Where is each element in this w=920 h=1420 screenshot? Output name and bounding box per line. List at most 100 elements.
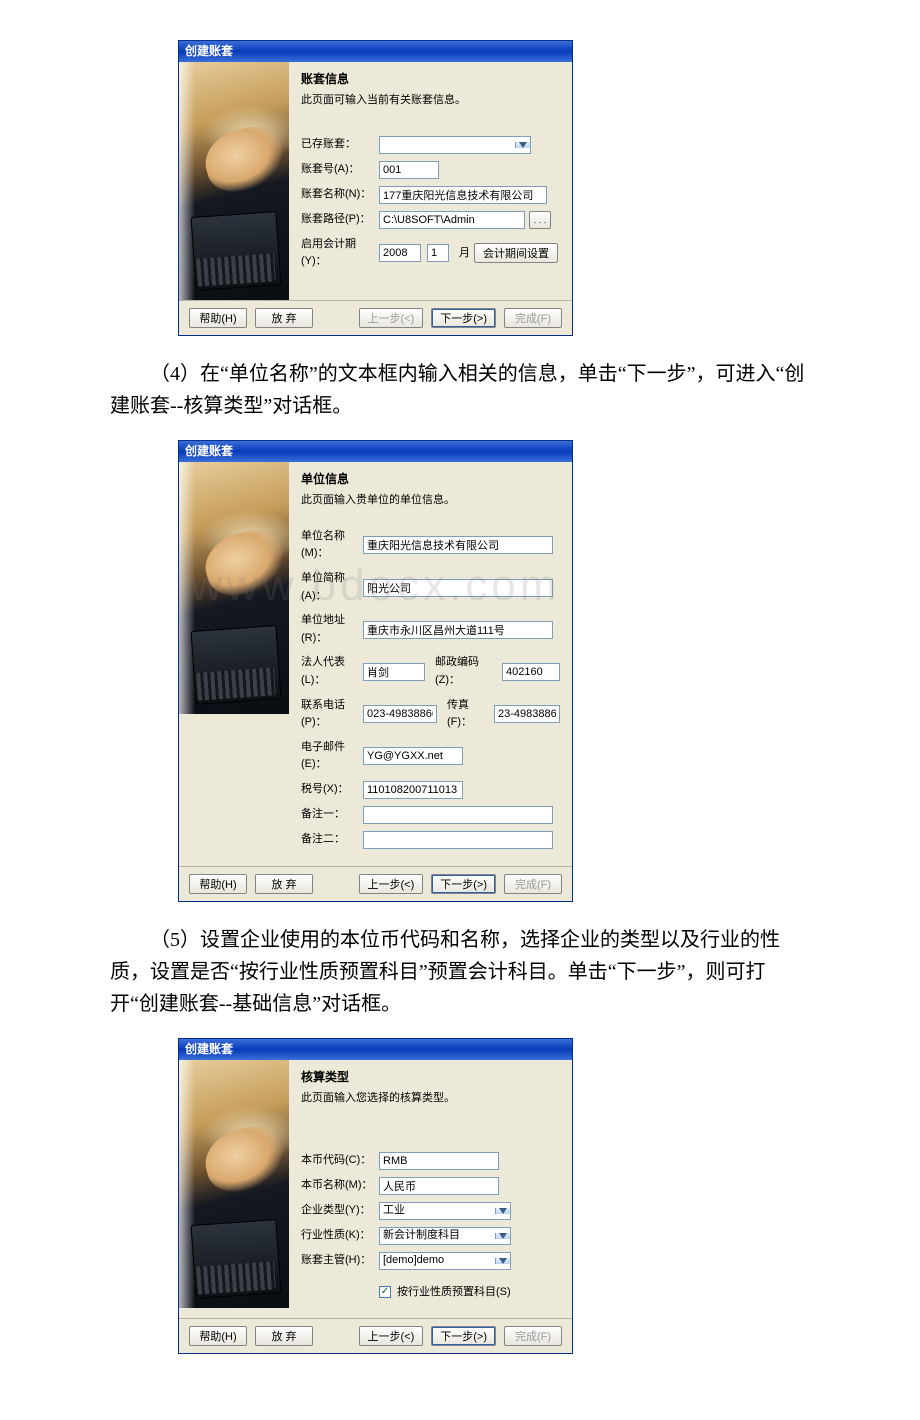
wizard-side-image — [179, 462, 289, 714]
prev-button[interactable]: 上一步(<) — [359, 308, 424, 328]
paragraph-step4: （4）在“单位名称”的文本框内输入相关的信息，单击“下一步”，可进入“创建账套-… — [110, 358, 810, 422]
section-title: 核算类型 — [301, 1068, 560, 1087]
section-title: 单位信息 — [301, 470, 560, 489]
wizard-side-image — [179, 1060, 289, 1308]
section-subtitle: 此页面可输入当前有关账套信息。 — [301, 92, 560, 110]
section-subtitle: 此页面输入您选择的核算类型。 — [301, 1090, 560, 1108]
title-bar[interactable]: 创建账套 — [179, 41, 572, 62]
prev-button[interactable]: 上一步(<) — [359, 874, 424, 894]
title-bar[interactable]: 创建账套 — [179, 441, 572, 462]
abort-button[interactable]: 放 弃 — [255, 874, 313, 894]
label-zip: 邮政编码(Z)： — [435, 654, 498, 689]
dialog-button-bar: 帮助(H) 放 弃 上一步(<) 下一步(>) 完成(F) — [179, 866, 572, 901]
label-note2: 备注二： — [301, 831, 363, 849]
input-unit-short[interactable] — [363, 579, 553, 597]
chevron-down-icon[interactable] — [495, 1208, 510, 1214]
checkbox-preset-by-industry[interactable]: ✓ 按行业性质预置科目(S) — [379, 1284, 511, 1302]
label-industry: 行业性质(K)： — [301, 1227, 379, 1245]
input-account-no[interactable] — [379, 161, 439, 179]
dialog-body: 核算类型 此页面输入您选择的核算类型。 本币代码(C)： 本币名称(M)： 企业… — [179, 1060, 572, 1318]
label-currency-code: 本币代码(C)： — [301, 1152, 379, 1170]
input-email[interactable] — [363, 747, 463, 765]
input-zip[interactable] — [502, 663, 560, 681]
combo-existing-account[interactable] — [379, 136, 531, 154]
label-legal-rep: 法人代表(L)： — [301, 654, 363, 689]
chevron-down-icon[interactable] — [495, 1233, 510, 1239]
input-note2[interactable] — [363, 831, 553, 849]
input-account-name[interactable] — [379, 186, 547, 204]
paragraph-step5: （5）设置企业使用的本位币代码和名称，选择企业的类型以及行业的性质，设置是否“按… — [110, 924, 810, 1020]
input-fax[interactable] — [494, 705, 560, 723]
label-unit-short: 单位简称(A)： — [301, 570, 363, 605]
dialog-body: 账套信息 此页面可输入当前有关账套信息。 已存账套： 账套号(A)： 账套名称(… — [179, 62, 572, 300]
right-pane: 单位信息 此页面输入贵单位的单位信息。 单位名称(M)： 单位简称(A)： 单位… — [289, 462, 572, 866]
chevron-down-icon[interactable] — [515, 142, 530, 148]
section-subtitle: 此页面输入贵单位的单位信息。 — [301, 492, 560, 510]
wizard-side-image — [179, 62, 289, 300]
right-pane: 核算类型 此页面输入您选择的核算类型。 本币代码(C)： 本币名称(M)： 企业… — [289, 1060, 572, 1318]
input-currency-code[interactable] — [379, 1152, 499, 1170]
help-button[interactable]: 帮助(H) — [189, 874, 247, 894]
input-tel[interactable] — [363, 705, 437, 723]
input-note1[interactable] — [363, 806, 553, 824]
dialog-unit-info: 创建账套 单位信息 此页面输入贵单位的单位信息。 单位名称(M)： 单位简称(A… — [178, 440, 573, 902]
window-title: 创建账套 — [185, 1040, 233, 1059]
label-email: 电子邮件(E)： — [301, 739, 363, 774]
input-year[interactable] — [379, 244, 421, 262]
period-settings-button[interactable]: 会计期间设置 — [474, 243, 558, 263]
label-note1: 备注一： — [301, 806, 363, 824]
help-button[interactable]: 帮助(H) — [189, 1326, 247, 1346]
label-account-no: 账套号(A)： — [301, 161, 379, 179]
label-start-period: 启用会计期(Y)： — [301, 236, 379, 271]
input-account-path[interactable] — [379, 211, 525, 229]
label-month-suffix: 月 — [459, 245, 470, 263]
label-currency-name: 本币名称(M)： — [301, 1177, 379, 1195]
input-month[interactable] — [427, 244, 449, 262]
window-title: 创建账套 — [185, 442, 233, 461]
checkbox-label: 按行业性质预置科目(S) — [397, 1284, 511, 1302]
finish-button[interactable]: 完成(F) — [504, 1326, 562, 1346]
label-unit-name: 单位名称(M)： — [301, 528, 363, 563]
window-title: 创建账套 — [185, 42, 233, 61]
finish-button[interactable]: 完成(F) — [504, 308, 562, 328]
check-icon: ✓ — [379, 1286, 391, 1298]
combo-text: 工业 — [380, 1202, 495, 1220]
title-bar[interactable]: 创建账套 — [179, 1039, 572, 1060]
label-existing-account: 已存账套： — [301, 136, 379, 154]
finish-button[interactable]: 完成(F) — [504, 874, 562, 894]
input-unit-name[interactable] — [363, 536, 553, 554]
section-title: 账套信息 — [301, 70, 560, 89]
next-button[interactable]: 下一步(>) — [431, 1326, 496, 1346]
label-unit-addr: 单位地址(R)： — [301, 612, 363, 647]
dialog-button-bar: 帮助(H) 放 弃 上一步(<) 下一步(>) 完成(F) — [179, 300, 572, 335]
chevron-down-icon[interactable] — [495, 1258, 510, 1264]
dialog-accounting-type: 创建账套 核算类型 此页面输入您选择的核算类型。 本币代码(C)： 本币名称(M… — [178, 1038, 573, 1354]
next-button[interactable]: 下一步(>) — [431, 308, 496, 328]
dialog-button-bar: 帮助(H) 放 弃 上一步(<) 下一步(>) 完成(F) — [179, 1318, 572, 1353]
label-enterprise-type: 企业类型(Y)： — [301, 1202, 379, 1220]
label-fax: 传真(F)： — [447, 697, 490, 732]
combo-text: 新会计制度科目 — [380, 1227, 495, 1245]
combo-industry[interactable]: 新会计制度科目 — [379, 1227, 511, 1245]
dialog-account-info: 创建账套 账套信息 此页面可输入当前有关账套信息。 已存账套： 账套号(A)： — [178, 40, 573, 336]
abort-button[interactable]: 放 弃 — [255, 308, 313, 328]
label-taxno: 税号(X)： — [301, 781, 363, 799]
dialog-body: 单位信息 此页面输入贵单位的单位信息。 单位名称(M)： 单位简称(A)： 单位… — [179, 462, 572, 866]
label-account-name: 账套名称(N)： — [301, 186, 379, 204]
help-button[interactable]: 帮助(H) — [189, 308, 247, 328]
input-unit-addr[interactable] — [363, 621, 553, 639]
combo-text: [demo]demo — [380, 1252, 495, 1270]
label-account-path: 账套路径(P)： — [301, 211, 379, 229]
right-pane: 账套信息 此页面可输入当前有关账套信息。 已存账套： 账套号(A)： 账套名称(… — [289, 62, 572, 300]
combo-enterprise-type[interactable]: 工业 — [379, 1202, 511, 1220]
prev-button[interactable]: 上一步(<) — [359, 1326, 424, 1346]
browse-button[interactable]: . . . — [529, 211, 551, 229]
input-currency-name[interactable] — [379, 1177, 499, 1195]
combo-supervisor[interactable]: [demo]demo — [379, 1252, 511, 1270]
input-taxno[interactable] — [363, 781, 463, 799]
label-tel: 联系电话(P)： — [301, 697, 363, 732]
label-supervisor: 账套主管(H)： — [301, 1252, 379, 1270]
abort-button[interactable]: 放 弃 — [255, 1326, 313, 1346]
input-legal-rep[interactable] — [363, 663, 425, 681]
next-button[interactable]: 下一步(>) — [431, 874, 496, 894]
